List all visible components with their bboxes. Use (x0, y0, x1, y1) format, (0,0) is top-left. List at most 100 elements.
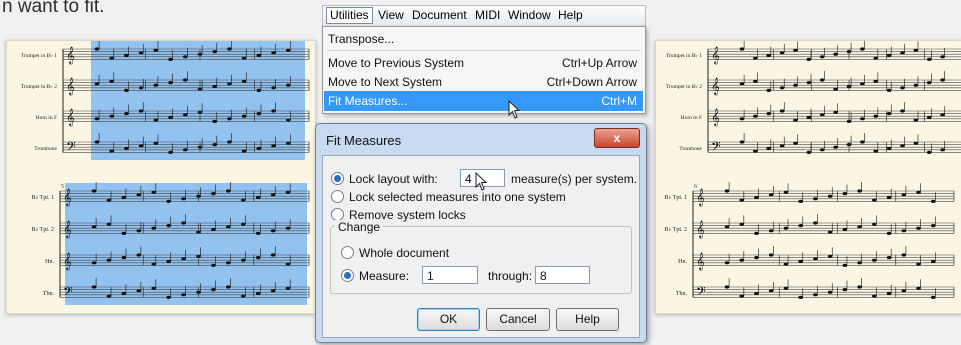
menu-item-transpose[interactable]: Transpose... (324, 29, 643, 49)
note (211, 192, 216, 196)
menu-item-transpose-label: Transpose... (328, 32, 395, 46)
note (833, 87, 838, 91)
note (240, 198, 246, 202)
measure-label: Measure: (359, 269, 410, 283)
note (833, 145, 838, 149)
note (819, 113, 825, 117)
note (913, 141, 919, 145)
note (860, 47, 865, 51)
note (739, 222, 745, 226)
clef-icon: 𝄞 (63, 252, 72, 270)
ok-button[interactable]: OK (417, 308, 480, 331)
note (901, 193, 907, 197)
help-button[interactable]: Help (556, 308, 619, 331)
note (886, 195, 892, 200)
menu-item-move-previous[interactable]: Move to Previous System Ctrl+Up Arrow (324, 53, 643, 73)
note (166, 224, 171, 228)
note (798, 199, 803, 203)
note (94, 47, 100, 51)
note (860, 117, 865, 121)
note (827, 254, 833, 258)
note (783, 226, 789, 230)
note (753, 149, 758, 153)
note (913, 118, 919, 122)
note (842, 263, 848, 267)
clef-icon: 𝄞 (711, 77, 720, 95)
note (168, 115, 173, 120)
menu-item-move-next[interactable]: Move to Next System Ctrl+Down Arrow (324, 72, 643, 92)
note (91, 189, 97, 193)
whole-document-option[interactable]: Whole document (341, 245, 449, 261)
lock-selected-option[interactable]: Lock selected measures into one system (331, 189, 566, 205)
menu-item-move-previous-label: Move to Previous System (328, 56, 465, 70)
menu-window[interactable]: Window (505, 8, 554, 23)
note (109, 56, 115, 60)
note (886, 291, 892, 296)
note (930, 295, 936, 299)
note (857, 261, 862, 265)
note (285, 226, 291, 230)
intro-text: n want to fit. (2, 0, 105, 17)
note (872, 258, 877, 262)
note (106, 222, 112, 226)
note (873, 56, 879, 60)
note (124, 88, 129, 92)
note (256, 88, 262, 92)
lock-layout-radio[interactable] (331, 172, 344, 185)
staff-label: B♭ Tpt. 1 (31, 194, 54, 201)
menu-midi[interactable]: MIDI (472, 8, 503, 23)
note (240, 258, 246, 262)
cancel-button[interactable]: Cancel (486, 308, 550, 331)
note (270, 253, 276, 257)
note (241, 114, 247, 118)
menu-utilities[interactable]: Utilities (326, 7, 373, 24)
menu-item-fit-measures-label: Fit Measures... (328, 94, 408, 108)
lock-layout-option[interactable]: Lock layout with: (331, 171, 438, 187)
note (168, 150, 173, 154)
staff-label: Trumpet in B♭ 2 (666, 83, 702, 90)
menu-help[interactable]: Help (555, 8, 586, 23)
note (930, 224, 936, 228)
note (901, 289, 907, 293)
note (842, 288, 848, 292)
clef-icon: 𝄢 (66, 139, 76, 157)
note (285, 286, 291, 290)
dialog-close-button[interactable]: x (594, 128, 640, 148)
menu-item-move-next-label: Move to Next System (328, 75, 443, 89)
note (724, 285, 730, 289)
note (779, 109, 785, 113)
note (285, 48, 291, 52)
note (240, 294, 246, 298)
note (813, 197, 818, 201)
clef-icon: 𝄞 (696, 220, 705, 238)
note (241, 79, 247, 83)
note (181, 221, 186, 225)
measure-number: 6 (694, 184, 697, 190)
menu-view[interactable]: View (375, 8, 407, 23)
measure-from-input[interactable]: 1 (422, 266, 478, 284)
note (211, 263, 216, 267)
lock-selected-radio[interactable] (331, 190, 344, 203)
clef-icon: 𝄞 (711, 46, 720, 64)
note (271, 51, 276, 55)
note (913, 83, 919, 87)
measure-to-input[interactable]: 8 (535, 266, 590, 284)
menu-document[interactable]: Document (409, 8, 470, 23)
note (106, 294, 112, 298)
note (227, 117, 232, 121)
clef-icon: 𝄞 (63, 220, 72, 238)
note (819, 78, 825, 82)
note (860, 82, 865, 86)
note (916, 262, 921, 266)
note (833, 110, 838, 114)
menu-item-fit-measures[interactable]: Fit Measures... Ctrl+M (324, 91, 643, 111)
note (753, 79, 758, 83)
note (91, 285, 97, 289)
note (285, 118, 291, 122)
note (753, 56, 758, 60)
whole-document-radio[interactable] (341, 246, 354, 259)
measure-range-option[interactable]: Measure: (341, 268, 409, 284)
note (913, 48, 919, 52)
score-after-canvas: Trumpet in B♭ 1 𝄞 Trumpet in B♭ 2 𝄞 Horn in … (664, 41, 961, 302)
measure-range-radio[interactable] (341, 269, 354, 282)
